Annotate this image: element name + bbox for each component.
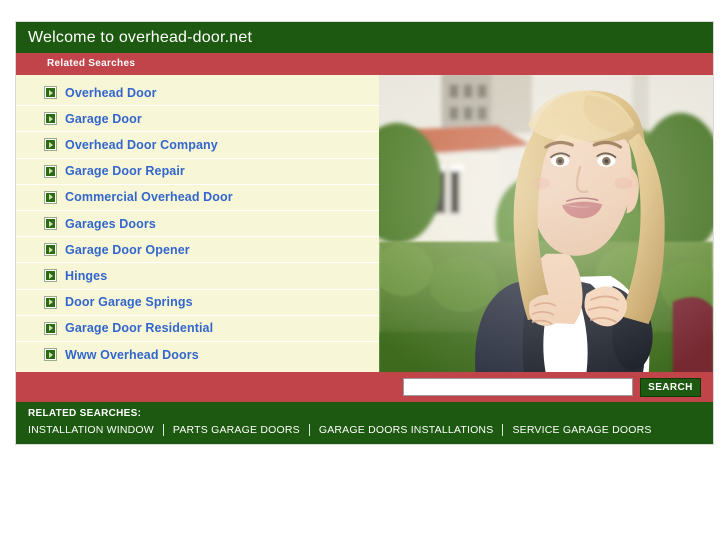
footer-link[interactable]: SERVICE GARAGE DOORS <box>512 424 651 436</box>
list-item[interactable]: Garages Doors <box>16 211 379 238</box>
list-item[interactable]: Garage Door Repair <box>16 159 379 185</box>
footer-separator <box>162 424 164 437</box>
footer-title: RELATED SEARCHES: <box>28 408 142 420</box>
related-search-link[interactable]: Hinges <box>65 269 107 283</box>
search-bar: SEARCH <box>16 372 713 403</box>
footer-links: INSTALLATION WINDOW PARTS GARAGE DOORS G… <box>28 424 713 437</box>
arrow-bullet-icon <box>45 87 56 99</box>
related-searches-header: Related Searches <box>16 53 713 75</box>
list-item[interactable]: Commercial Overhead Door <box>16 185 379 211</box>
search-input[interactable] <box>403 378 633 397</box>
content-row: Overhead Door Garage Door Overhead Door … <box>16 75 713 373</box>
page-container: Welcome to overhead-door.net Related Sea… <box>15 21 714 446</box>
arrow-bullet-icon <box>45 218 56 230</box>
arrow-bullet-icon <box>45 296 56 308</box>
related-search-link[interactable]: Garage Door Residential <box>65 321 213 335</box>
list-item[interactable]: Overhead Door <box>16 80 379 107</box>
arrow-bullet-icon <box>45 322 56 334</box>
list-item[interactable]: Garage Door Residential <box>16 316 379 342</box>
arrow-bullet-icon <box>45 270 56 282</box>
footer: RELATED SEARCHES: INSTALLATION WINDOW PA… <box>16 402 713 445</box>
arrow-bullet-icon <box>45 113 56 125</box>
footer-link[interactable]: PARTS GARAGE DOORS <box>173 424 300 436</box>
arrow-bullet-icon <box>45 349 56 361</box>
list-item[interactable]: Hinges <box>16 263 379 290</box>
related-search-link[interactable]: Garage Door <box>65 112 142 126</box>
list-item[interactable]: Garage Door Opener <box>16 237 379 264</box>
related-search-link[interactable]: Commercial Overhead Door <box>65 190 233 204</box>
related-search-link[interactable]: Garage Door Opener <box>65 243 190 257</box>
hero-photo <box>379 75 713 373</box>
arrow-bullet-icon <box>45 139 56 151</box>
related-search-link[interactable]: Www Overhead Doors <box>65 348 199 362</box>
list-item[interactable]: Overhead Door Company <box>16 132 379 159</box>
photo-image <box>379 75 713 373</box>
arrow-bullet-icon <box>45 165 56 177</box>
related-search-link[interactable]: Door Garage Springs <box>65 295 193 309</box>
search-button[interactable]: SEARCH <box>640 377 701 397</box>
related-searches-list: Overhead Door Garage Door Overhead Door … <box>16 75 379 373</box>
footer-link[interactable]: INSTALLATION WINDOW <box>28 424 154 436</box>
related-search-link[interactable]: Garages Doors <box>65 217 156 231</box>
photo-illustration <box>379 75 713 373</box>
list-item[interactable]: Garage Door <box>16 106 379 133</box>
footer-separator <box>502 424 504 437</box>
arrow-bullet-icon <box>45 191 56 203</box>
related-search-link[interactable]: Overhead Door <box>65 86 157 100</box>
related-search-link[interactable]: Garage Door Repair <box>65 164 185 178</box>
related-search-link[interactable]: Overhead Door Company <box>65 138 218 152</box>
page-title: Welcome to overhead-door.net <box>16 22 713 53</box>
footer-separator <box>308 424 310 437</box>
list-item[interactable]: Door Garage Springs <box>16 290 379 316</box>
arrow-bullet-icon <box>45 244 56 256</box>
footer-link[interactable]: GARAGE DOORS INSTALLATIONS <box>319 424 494 436</box>
list-item[interactable]: Www Overhead Doors <box>16 342 379 368</box>
